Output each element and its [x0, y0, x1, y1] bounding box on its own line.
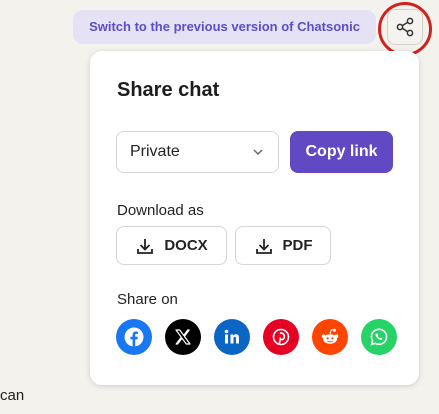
download-docx-button[interactable]: DOCX: [116, 226, 227, 265]
background-text-fragment: can: [0, 387, 25, 404]
copy-link-button[interactable]: Copy link: [290, 131, 393, 173]
facebook-icon: [124, 327, 144, 347]
download-icon: [255, 238, 272, 254]
privacy-select-value: Private: [130, 143, 180, 160]
share-button[interactable]: [387, 9, 423, 45]
share-icon: [396, 17, 414, 37]
download-pdf-label: PDF: [282, 237, 313, 254]
share-chat-modal: Share chat Private Copy link Download as…: [90, 51, 419, 385]
share-linkedin-button[interactable]: [214, 319, 250, 355]
share-x-button[interactable]: [165, 319, 201, 355]
download-docx-label: DOCX: [164, 237, 208, 254]
page: Switch to the previous version of Chatso…: [0, 0, 439, 414]
linkedin-icon: [224, 329, 239, 344]
share-reddit-button[interactable]: [312, 319, 348, 355]
share-pinterest-button[interactable]: [263, 319, 299, 355]
share-whatsapp-button[interactable]: [361, 319, 397, 355]
privacy-select[interactable]: Private: [116, 131, 279, 173]
reddit-icon: [321, 328, 339, 344]
share-on-label: Share on: [117, 291, 178, 308]
social-share-row: [116, 319, 397, 355]
whatsapp-icon: [370, 328, 388, 346]
download-pdf-button[interactable]: PDF: [235, 226, 331, 265]
chevron-down-icon: [253, 149, 263, 156]
download-icon: [137, 238, 154, 254]
share-facebook-button[interactable]: [116, 319, 152, 355]
download-as-label: Download as: [117, 202, 204, 219]
switch-previous-version-button[interactable]: Switch to the previous version of Chatso…: [73, 10, 376, 44]
pinterest-icon: [272, 328, 290, 346]
modal-title: Share chat: [117, 79, 220, 101]
x-icon: [175, 329, 191, 345]
